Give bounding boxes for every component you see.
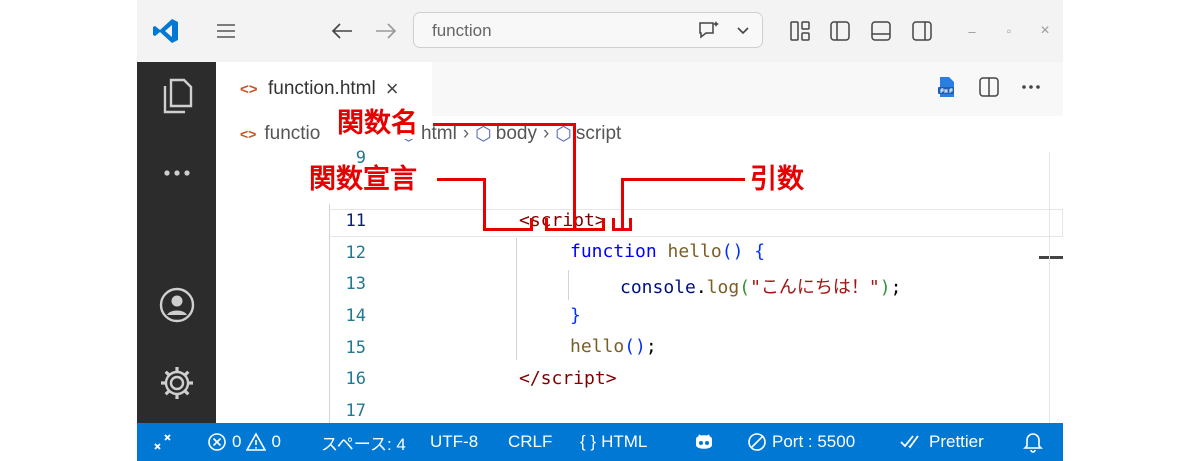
line-number: 17 [345, 401, 366, 421]
error-icon [208, 433, 226, 451]
search-text: function [432, 21, 492, 40]
copilot-icon[interactable] [692, 423, 716, 461]
toggle-panel-icon[interactable] [868, 18, 894, 44]
encoding-status[interactable]: UTF-8 [430, 423, 478, 461]
problems-indicator[interactable]: 0 0 [207, 423, 281, 461]
maximize-button[interactable]: ▫ [998, 18, 1020, 44]
command-center-search[interactable]: function [413, 12, 763, 48]
toggle-primary-sidebar-icon[interactable] [827, 18, 853, 44]
more-actions-icon[interactable] [1019, 75, 1043, 104]
vscode-logo-icon [151, 17, 181, 45]
editor-actions [935, 62, 1043, 116]
prettier-status[interactable]: Prettier [900, 423, 984, 461]
breadcrumb-file[interactable]: functio [264, 123, 320, 145]
function-declaration-annotation: 関数宣言 [307, 164, 419, 195]
chevron-right-icon: › [462, 123, 470, 144]
annotation-line [612, 218, 615, 231]
html-file-icon: <> [240, 80, 258, 98]
annotation-line [483, 228, 533, 231]
line-number: 13 [345, 274, 366, 294]
function-name-annotation: 関数名 [335, 108, 420, 139]
double-check-icon [900, 435, 919, 449]
accounts-icon[interactable] [137, 286, 216, 324]
line-number: 16 [345, 369, 366, 389]
prettier-label: Prettier [929, 432, 984, 451]
annotation-line [621, 178, 624, 231]
language-label: HTML [601, 432, 648, 451]
minimize-button[interactable]: – [961, 18, 983, 44]
back-arrow-icon[interactable] [329, 18, 355, 44]
language-mode[interactable]: { } HTML [580, 423, 647, 461]
annotation-line [545, 218, 548, 231]
scrollbar-marker [1039, 256, 1063, 259]
more-views-icon[interactable] [137, 168, 216, 178]
menu-icon[interactable] [213, 18, 239, 44]
breadcrumb-script[interactable]: script [576, 123, 621, 145]
tab-label: function.html [268, 78, 376, 99]
braces-icon: { } [580, 432, 597, 451]
chevron-right-icon: › [542, 123, 550, 144]
gear-icon[interactable] [137, 364, 216, 402]
title-bar: function – ▫ × [137, 0, 1063, 62]
annotation-line [621, 178, 745, 181]
annotation-line [433, 123, 576, 126]
annotation-line [483, 178, 486, 231]
indent-guide [568, 270, 569, 300]
code-line-13: console.log("こんにちは！"); [620, 277, 902, 298]
chevron-down-icon[interactable] [732, 18, 754, 44]
code-line-15: hello(); [570, 336, 657, 357]
html-file-icon: <> [240, 126, 257, 142]
annotation-line [602, 218, 605, 231]
copilot-chat-icon[interactable] [696, 18, 722, 44]
explorer-icon[interactable] [137, 76, 216, 116]
indentation-status[interactable]: スペース: 4 [321, 423, 406, 461]
annotation-line [545, 228, 605, 231]
warning-icon [246, 432, 267, 451]
close-tab-icon[interactable]: × [386, 76, 399, 102]
block-icon [748, 433, 766, 451]
annotation-line [629, 218, 632, 231]
breadcrumb-html[interactable]: html [421, 123, 457, 145]
status-bar: 0 0 スペース: 4 UTF-8 CRLF { } HTML Port : 5… [137, 423, 1063, 461]
code-line-12: function hello() { [570, 241, 766, 262]
breadcrumb-body[interactable]: body [496, 123, 537, 145]
customize-layout-icon[interactable] [787, 18, 813, 44]
code-line-16: </script> [519, 368, 617, 389]
current-line-highlight [329, 209, 1063, 237]
remote-indicator[interactable] [153, 423, 173, 461]
code-line-14: } [570, 305, 581, 326]
line-number: 14 [345, 306, 366, 326]
vertical-scrollbar[interactable] [1049, 152, 1050, 423]
line-number: 12 [345, 243, 366, 263]
line-number-current: 11 [345, 211, 366, 231]
line-number: 15 [345, 338, 366, 358]
annotation-line [530, 218, 533, 231]
php-preview-icon[interactable] [935, 75, 959, 104]
split-editor-icon[interactable] [977, 75, 1001, 104]
indent-guide [329, 204, 330, 423]
notifications-bell-icon[interactable] [1023, 423, 1043, 461]
annotation-line [573, 123, 576, 229]
eol-status[interactable]: CRLF [508, 423, 552, 461]
warning-count: 0 [271, 432, 281, 451]
activity-bar [137, 62, 216, 423]
port-label: Port : 5500 [772, 432, 856, 451]
argument-annotation: 引数 [748, 164, 806, 195]
indent-guide [516, 238, 517, 360]
error-count: 0 [232, 432, 242, 451]
live-server-port[interactable]: Port : 5500 [747, 423, 855, 461]
toggle-secondary-sidebar-icon[interactable] [909, 18, 935, 44]
forward-arrow-icon[interactable] [373, 18, 399, 44]
vscode-window: function – ▫ × <> function.html × <> fun… [137, 0, 1063, 461]
annotation-line [437, 178, 486, 181]
close-button[interactable]: × [1034, 18, 1056, 44]
